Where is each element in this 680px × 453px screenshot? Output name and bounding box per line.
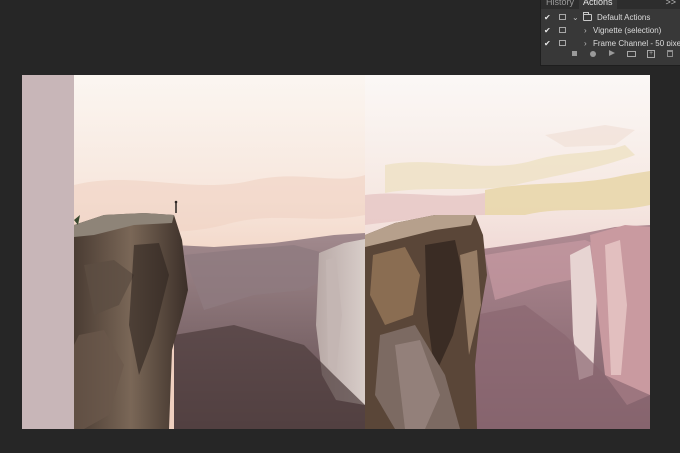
new-action-icon[interactable]: +: [646, 49, 656, 59]
color-swatch-strip: [22, 75, 74, 429]
painted-artwork: [365, 75, 650, 429]
actions-panel: History Actions >> ✔ ⌄ Default Actions ✔…: [540, 0, 680, 66]
folder-icon: [583, 12, 592, 21]
panel-tab-bar: History Actions >>: [541, 0, 680, 9]
panel-menu-icon[interactable]: >>: [665, 0, 676, 9]
dialog-toggle-icon[interactable]: [559, 27, 566, 33]
action-label: Frame Channel - 50 pixel: [593, 39, 680, 46]
play-icon[interactable]: [607, 49, 617, 59]
action-row[interactable]: ✔ › Vignette (selection): [541, 24, 680, 37]
tab-actions[interactable]: Actions: [579, 0, 617, 9]
action-set-label: Default Actions: [597, 13, 651, 22]
dialog-toggle-icon[interactable]: [559, 14, 566, 20]
check-icon[interactable]: ✔: [544, 24, 552, 37]
chevron-right-icon[interactable]: ›: [584, 37, 587, 46]
actions-toolbar: +: [541, 46, 680, 62]
document-canvas[interactable]: [22, 75, 650, 429]
chevron-right-icon[interactable]: ›: [584, 24, 587, 37]
record-icon[interactable]: [588, 49, 598, 59]
tab-history[interactable]: History: [546, 0, 574, 9]
action-label: Vignette (selection): [593, 26, 662, 35]
check-icon[interactable]: ✔: [544, 37, 552, 46]
original-photo: [74, 75, 365, 429]
chevron-down-icon[interactable]: ⌄: [572, 11, 579, 24]
stop-icon[interactable]: [569, 49, 579, 59]
action-set-row[interactable]: ✔ ⌄ Default Actions: [541, 11, 680, 24]
new-set-folder-icon[interactable]: [626, 49, 636, 59]
trash-icon[interactable]: [665, 49, 675, 59]
check-icon[interactable]: ✔: [544, 11, 552, 24]
action-row[interactable]: ✔ › Frame Channel - 50 pixel: [541, 37, 680, 46]
